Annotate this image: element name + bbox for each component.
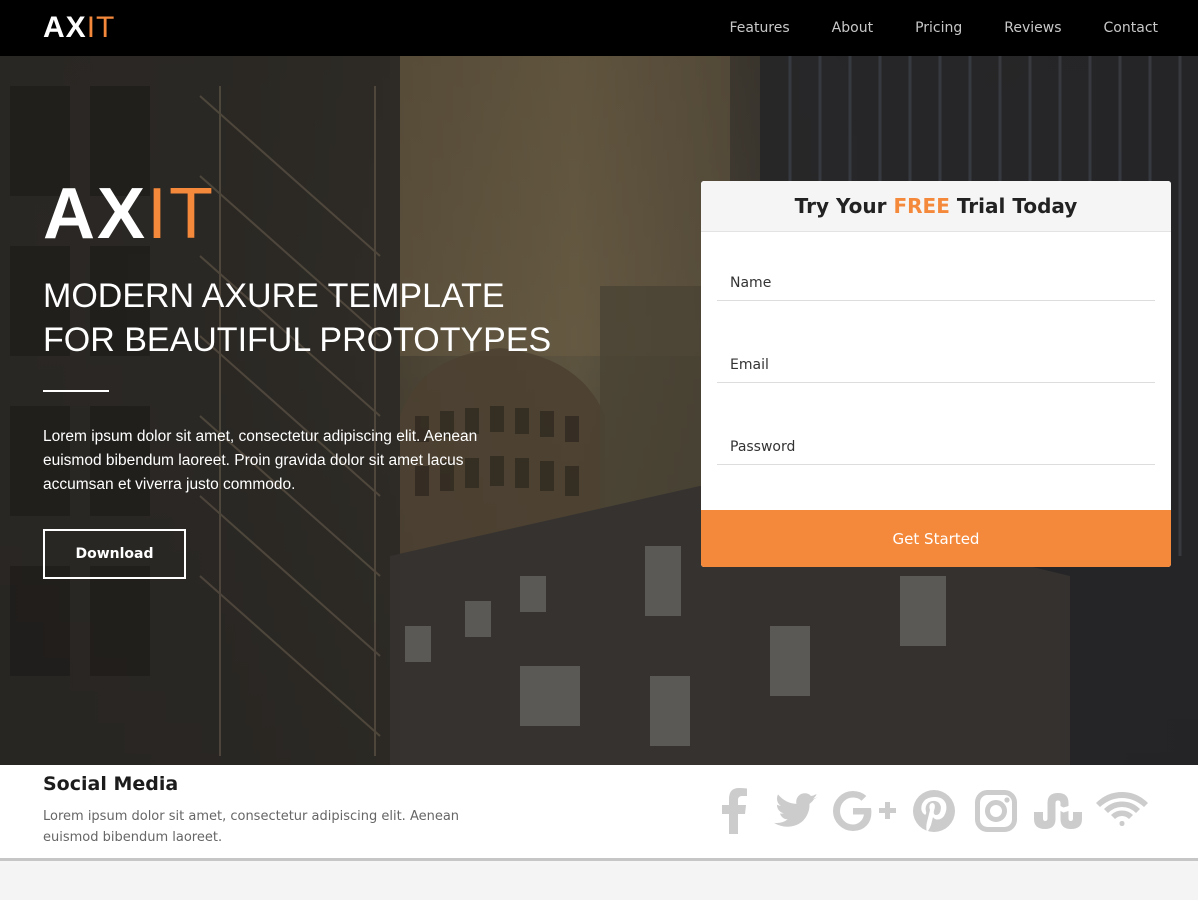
nav-links: Features About Pricing Reviews Contact — [687, 0, 1158, 56]
nav-link-reviews[interactable]: Reviews — [1004, 20, 1061, 36]
name-field[interactable] — [717, 265, 1155, 301]
nav-logo[interactable]: AXIT — [43, 12, 115, 44]
navbar: AXIT Features About Pricing Reviews Cont… — [0, 0, 1198, 56]
form-title-highlight: FREE — [893, 194, 950, 218]
hero-logo-main: AX — [43, 174, 148, 254]
nav-link-contact[interactable]: Contact — [1104, 20, 1158, 36]
social-description: Lorem ipsum dolor sit amet, consectetur … — [43, 809, 460, 845]
nav-link-features[interactable]: Features — [729, 20, 789, 36]
facebook-icon[interactable] — [708, 787, 760, 835]
social-title: Social Media — [43, 773, 179, 795]
pinterest-icon[interactable] — [908, 787, 960, 835]
stumbleupon-icon[interactable] — [1032, 787, 1084, 835]
nav-logo-main: AX — [43, 11, 87, 44]
rss-icon[interactable] — [1094, 787, 1150, 835]
trial-signup-form: Try Your FREE Trial Today Get Started — [701, 181, 1171, 567]
google-plus-icon[interactable] — [832, 787, 898, 835]
get-started-button[interactable]: Get Started — [701, 510, 1171, 567]
form-header: Try Your FREE Trial Today — [701, 181, 1171, 232]
hero-logo-accent: IT — [147, 174, 216, 254]
download-button[interactable]: Download — [43, 529, 186, 579]
password-field[interactable] — [717, 429, 1155, 465]
nav-link-pricing[interactable]: Pricing — [915, 20, 962, 36]
email-field[interactable] — [717, 347, 1155, 383]
twitter-icon[interactable] — [770, 787, 822, 835]
hero-title-line-2: FOR BEAUTIFUL PROTOTYPES — [43, 321, 552, 359]
social-icons — [698, 787, 1150, 835]
form-title-after: Trial Today — [956, 194, 1078, 218]
hero-logo: AXIT — [43, 174, 215, 254]
instagram-icon[interactable] — [970, 787, 1022, 835]
hero-section: AXIT MODERN AXURE TEMPLATE FOR BEAUTIFUL… — [0, 56, 1198, 765]
social-media-section: Social Media Lorem ipsum dolor sit amet,… — [0, 765, 1198, 861]
hero-title-line-1: MODERN AXURE TEMPLATE — [43, 277, 505, 315]
hero-divider — [43, 390, 109, 392]
form-title-before: Try Your — [794, 194, 887, 218]
nav-logo-accent: IT — [86, 11, 116, 44]
footer-strip — [0, 864, 1198, 900]
hero-description: Lorem ipsum dolor sit amet, consectetur … — [43, 428, 478, 493]
nav-link-about[interactable]: About — [832, 20, 873, 36]
hero-title: MODERN AXURE TEMPLATE FOR BEAUTIFUL PROT… — [43, 274, 603, 362]
